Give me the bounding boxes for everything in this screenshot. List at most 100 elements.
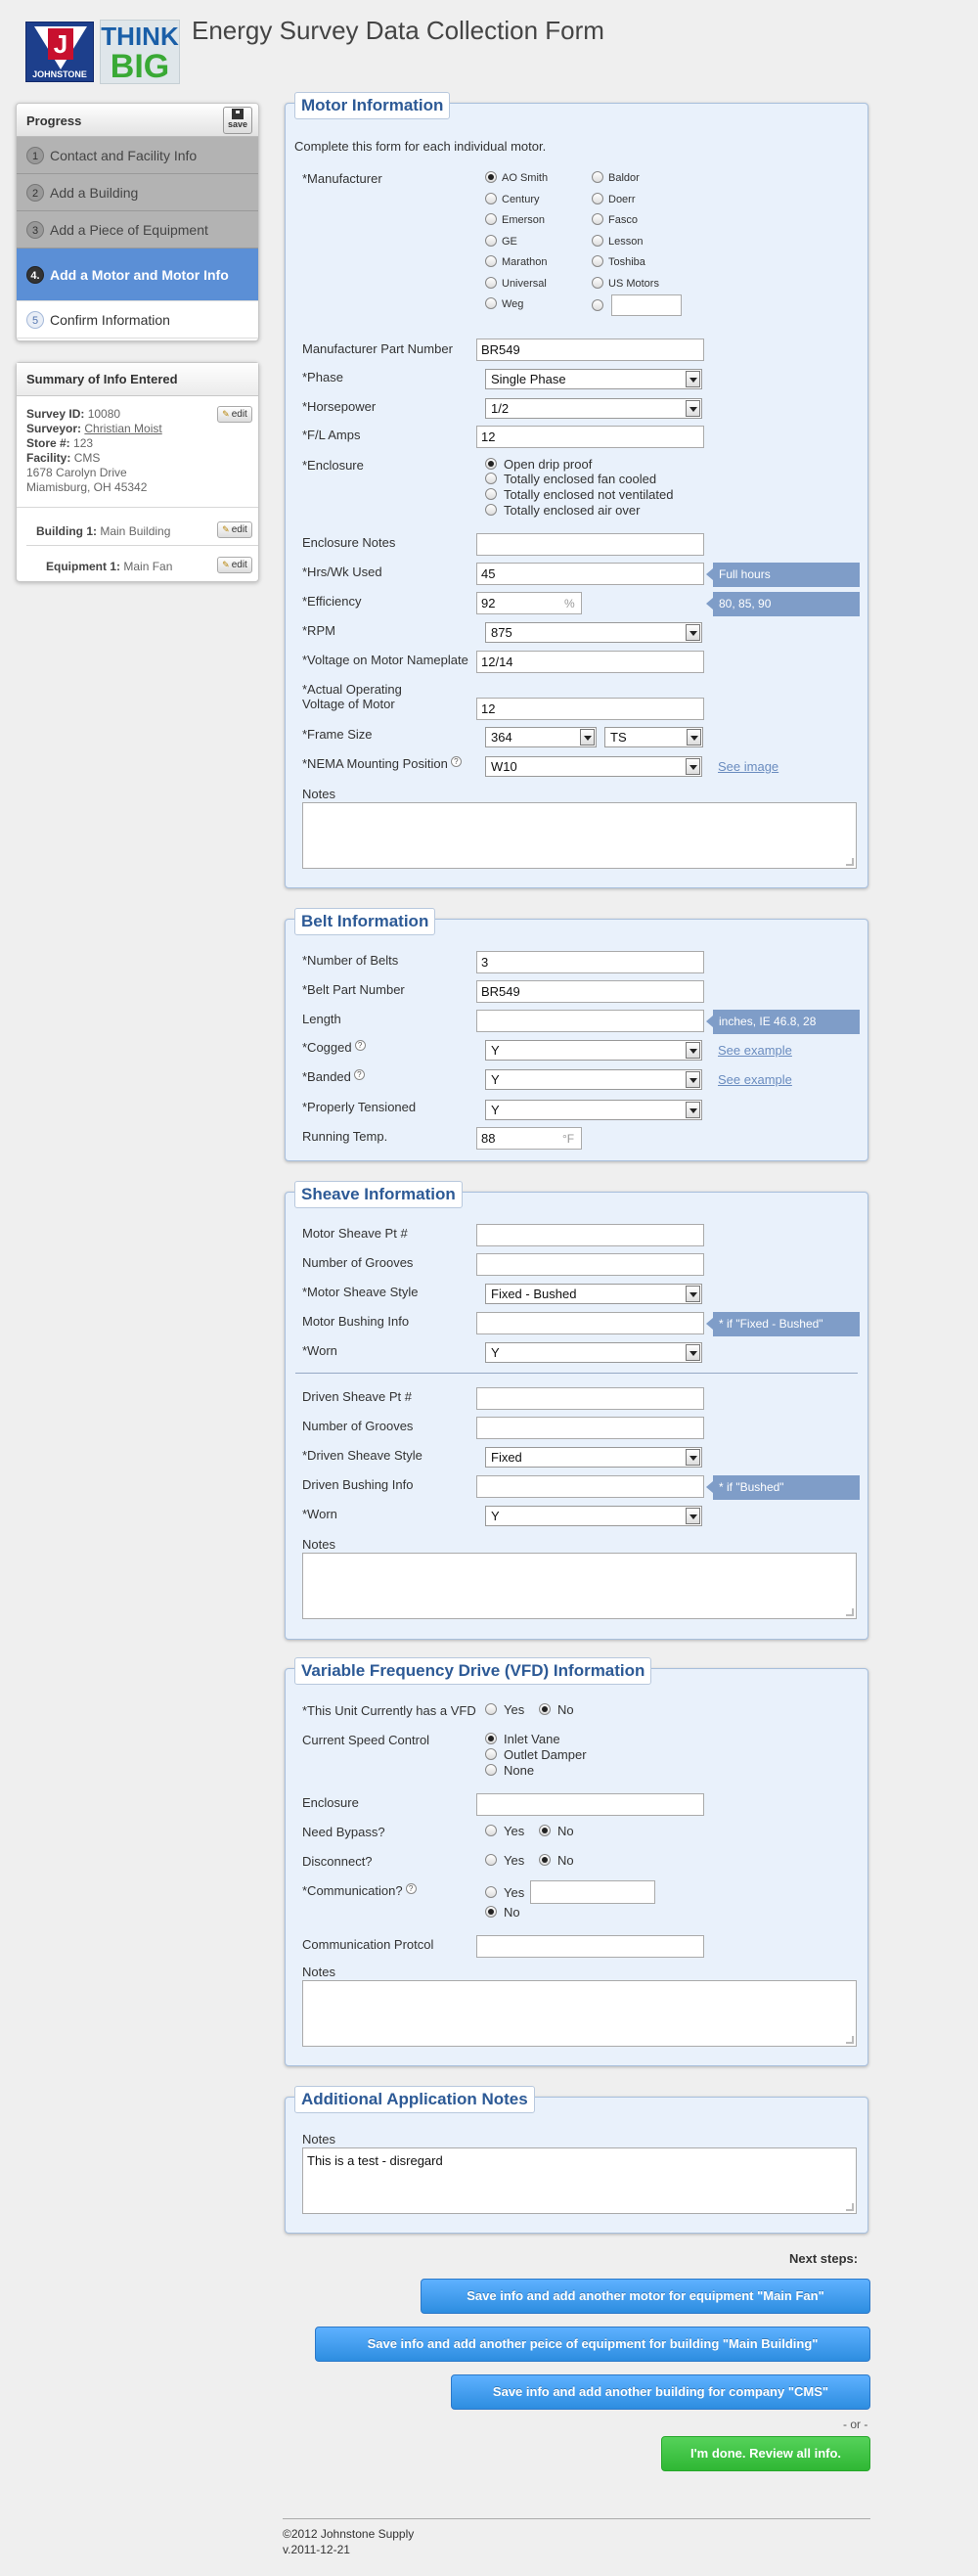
driven-bushing-input[interactable] [476, 1475, 704, 1498]
vfd-enclosure-label: Enclosure [302, 1795, 359, 1810]
driven-grooves-input[interactable] [476, 1417, 704, 1439]
motor-sheave-pt-input[interactable] [476, 1224, 704, 1246]
save-button[interactable]: save [223, 107, 252, 134]
communication-detail-input[interactable] [530, 1880, 655, 1904]
manufacturer-radio-ge[interactable] [485, 235, 497, 247]
disconnect-no-radio[interactable] [539, 1854, 551, 1866]
additional-notes-textarea[interactable]: This is a test - disregard [302, 2147, 857, 2214]
manufacturer-radio-marathon[interactable] [485, 255, 497, 267]
horsepower-select[interactable]: 1/2 [485, 398, 702, 419]
tensioned-select[interactable]: Y [485, 1100, 702, 1120]
frame-type-select[interactable]: TS [604, 727, 703, 747]
bypass-no-radio[interactable] [539, 1825, 551, 1836]
or-separator: - or - [843, 2418, 868, 2431]
summary-divider [26, 545, 258, 546]
driven-sheave-style-select[interactable]: Fixed [485, 1447, 702, 1468]
enclosure-radio-odp[interactable] [485, 458, 497, 470]
enclosure-radio-teao[interactable] [485, 504, 497, 516]
speed-none-radio[interactable] [485, 1764, 497, 1776]
motor-worn-select[interactable]: Y [485, 1342, 702, 1363]
chevron-down-icon [686, 371, 700, 387]
part-number-input[interactable]: BR549 [476, 339, 704, 361]
bypass-yes-radio[interactable] [485, 1825, 497, 1836]
motor-sheave-style-value: Fixed - Bushed [491, 1287, 577, 1301]
manufacturer-radio-lesson[interactable] [592, 235, 603, 247]
help-icon[interactable]: ? [353, 1069, 365, 1080]
add-motor-button[interactable]: Save info and add another motor for equi… [421, 2279, 870, 2314]
progress-step-confirm[interactable]: 5 Confirm Information [17, 301, 258, 339]
manufacturer-radio-emerson[interactable] [485, 213, 497, 225]
manufacturer-radio-other[interactable] [592, 299, 603, 311]
manufacturer-radio-doerr[interactable] [592, 193, 603, 204]
driven-sheave-style-value: Fixed [491, 1450, 522, 1465]
cogged-example-link[interactable]: See example [718, 1043, 792, 1058]
horsepower-label: *Horsepower [302, 399, 377, 414]
manufacturer-radio-ao-smith[interactable] [485, 171, 497, 183]
hrs-input[interactable]: 45 [476, 563, 704, 585]
communication-yes-radio[interactable] [485, 1886, 497, 1898]
manufacturer-radio-us-motors[interactable] [592, 277, 603, 289]
efficiency-label: *Efficiency [302, 594, 362, 609]
communication-no-radio[interactable] [485, 1906, 497, 1918]
belt-part-input[interactable]: BR549 [476, 980, 704, 1003]
help-icon[interactable]: ? [405, 1883, 417, 1894]
progress-step-contact[interactable]: 1 Contact and Facility Info [17, 137, 258, 174]
enclosure-radio-tefc[interactable] [485, 473, 497, 484]
progress-step-equipment[interactable]: 3 Add a Piece of Equipment [17, 211, 258, 249]
see-image-link[interactable]: See image [718, 759, 778, 774]
disconnect-yes-radio[interactable] [485, 1854, 497, 1866]
manufacturer-radio-fasco[interactable] [592, 213, 603, 225]
manufacturer-radio-toshiba[interactable] [592, 255, 603, 267]
banded-example-link[interactable]: See example [718, 1072, 792, 1087]
actual-voltage-input[interactable]: 12 [476, 698, 704, 720]
surveyor-link[interactable]: Christian Moist [84, 422, 161, 435]
nema-select[interactable]: W10 [485, 756, 702, 777]
belt-count-input[interactable]: 3 [476, 951, 704, 973]
help-icon[interactable]: ? [450, 756, 462, 767]
part-number-label: Manufacturer Part Number [302, 341, 453, 356]
progress-step-building[interactable]: 2 Add a Building [17, 174, 258, 211]
phase-select[interactable]: Single Phase [485, 369, 702, 389]
rpm-select[interactable]: 875 [485, 622, 702, 643]
motor-notes-label: Notes [302, 787, 335, 801]
add-equipment-button[interactable]: Save info and add another peice of equip… [315, 2327, 870, 2362]
enclosure-notes-input[interactable] [476, 533, 704, 556]
manufacturer-other-input[interactable] [611, 294, 682, 316]
done-review-button[interactable]: I'm done. Review all info. [661, 2436, 870, 2471]
manufacturer-radio-baldor[interactable] [592, 171, 603, 183]
enclosure-radio-tenv[interactable] [485, 488, 497, 500]
footer-copyright: ©2012 Johnstone Supply [283, 2527, 415, 2541]
motor-sheave-style-select[interactable]: Fixed - Bushed [485, 1284, 702, 1304]
fl-amps-input[interactable]: 12 [476, 426, 704, 448]
sheave-notes-label: Notes [302, 1537, 335, 1552]
vfd-enclosure-input[interactable] [476, 1793, 704, 1816]
logo-big: BIG [110, 48, 170, 85]
banded-select[interactable]: Y [485, 1069, 702, 1090]
edit-equipment-button[interactable]: edit [217, 557, 252, 573]
edit-facility-button[interactable]: edit [217, 406, 252, 423]
add-building-button[interactable]: Save info and add another building for c… [451, 2374, 870, 2410]
protocol-input[interactable] [476, 1935, 704, 1958]
progress-step-motor[interactable]: 4. Add a Motor and Motor Info [17, 249, 258, 301]
driven-worn-select[interactable]: Y [485, 1506, 702, 1526]
cogged-select[interactable]: Y [485, 1040, 702, 1061]
voltage-input[interactable]: 12/14 [476, 651, 704, 673]
motor-notes-textarea[interactable] [302, 802, 857, 869]
progress-header: Progress save [17, 104, 258, 137]
motor-grooves-input[interactable] [476, 1253, 704, 1276]
driven-sheave-pt-input[interactable] [476, 1387, 704, 1410]
manufacturer-radio-universal[interactable] [485, 277, 497, 289]
manufacturer-radio-weg[interactable] [485, 297, 497, 309]
frame-size-select[interactable]: 364 [485, 727, 597, 747]
vfd-notes-textarea[interactable] [302, 1980, 857, 2047]
manufacturer-radio-century[interactable] [485, 193, 497, 204]
belt-length-input[interactable] [476, 1010, 704, 1032]
speed-inlet-vane-radio[interactable] [485, 1733, 497, 1744]
speed-outlet-damper-radio[interactable] [485, 1748, 497, 1760]
sheave-notes-textarea[interactable] [302, 1553, 857, 1619]
help-icon[interactable]: ? [354, 1040, 366, 1051]
has-vfd-yes-radio[interactable] [485, 1703, 497, 1715]
motor-bushing-input[interactable] [476, 1312, 704, 1334]
has-vfd-no-radio[interactable] [539, 1703, 551, 1715]
edit-building-button[interactable]: edit [217, 521, 252, 538]
